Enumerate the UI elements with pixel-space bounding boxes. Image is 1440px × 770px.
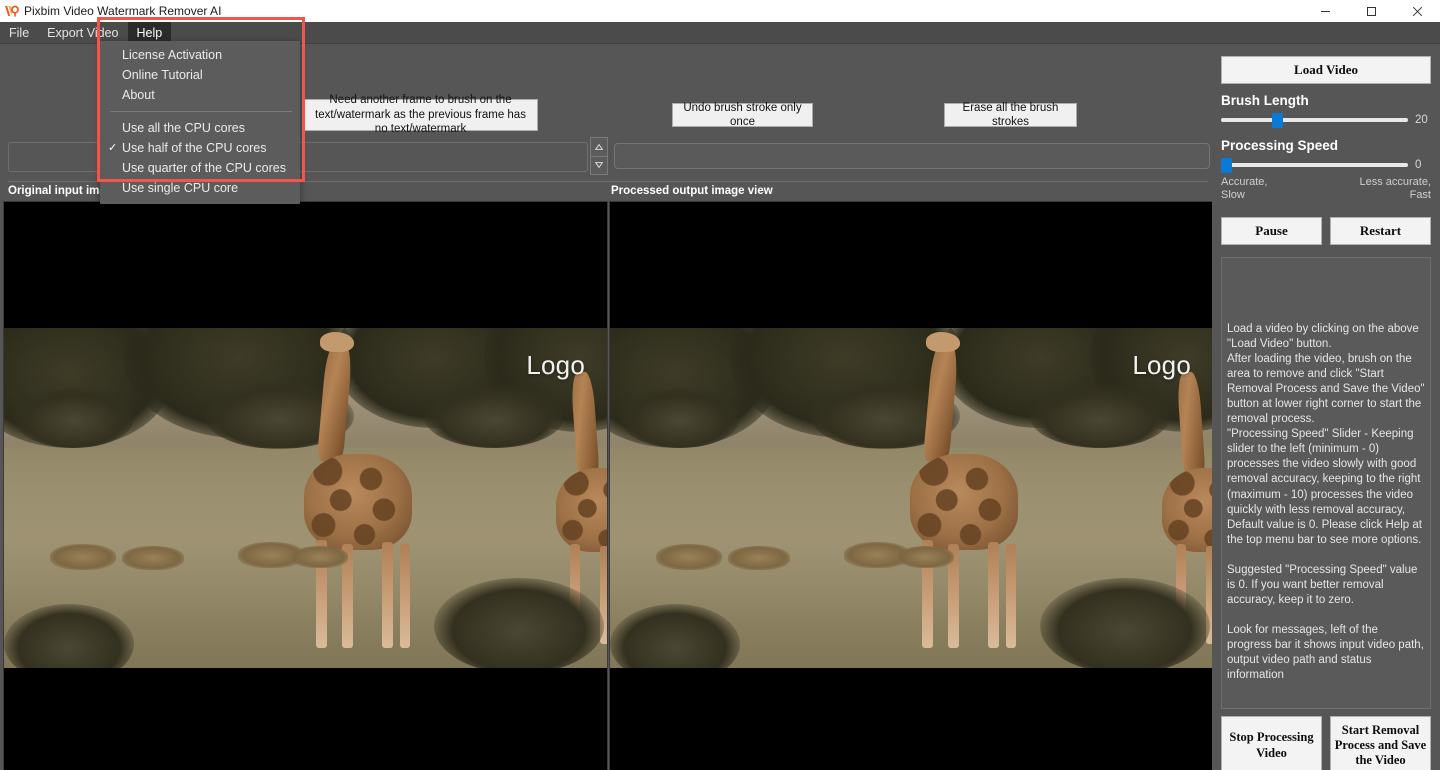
need-another-frame-button[interactable]: Need another frame to brush on the text/… xyxy=(303,99,538,131)
instructions-box: Load a video by clicking on the above "L… xyxy=(1221,257,1431,709)
process-button-group: Stop Processing Video Start Removal Proc… xyxy=(1221,716,1431,770)
undo-brush-stroke-button[interactable]: Undo brush stroke only once xyxy=(672,103,813,127)
menu-option-online-tutorial[interactable]: Online Tutorial xyxy=(100,65,300,85)
savanna-scene-output xyxy=(610,328,1213,668)
maximize-icon[interactable] xyxy=(1348,0,1394,22)
brush-length-value: 20 xyxy=(1415,114,1431,126)
output-video-frame: Logo xyxy=(610,328,1213,668)
erase-all-brush-strokes-button[interactable]: Erase all the brush strokes xyxy=(944,103,1077,127)
processing-speed-slider-thumb[interactable] xyxy=(1221,158,1232,173)
app-logo-icon xyxy=(0,0,22,22)
menu-option-label: Use half of the CPU cores xyxy=(122,141,267,155)
menu-option-label: Use all the CPU cores xyxy=(122,121,245,135)
original-input-image-view[interactable]: Logo xyxy=(3,201,608,770)
menu-option-use-single-cpu-core[interactable]: Use single CPU core xyxy=(100,178,300,198)
menu-option-label: Use quarter of the CPU cores xyxy=(122,161,286,175)
spinner-down-icon[interactable] xyxy=(590,157,608,176)
window-title: Pixbim Video Watermark Remover AI xyxy=(22,4,221,18)
window-title-bar: Pixbim Video Watermark Remover AI xyxy=(0,0,1440,22)
menu-option-license-activation[interactable]: License Activation xyxy=(100,45,300,65)
window-controls xyxy=(1302,0,1440,22)
menu-item-help[interactable]: Help xyxy=(128,22,172,43)
menu-option-use-quarter-cpu-cores[interactable]: Use quarter of the CPU cores xyxy=(100,158,300,178)
processing-speed-slider-row: 0 xyxy=(1221,156,1431,174)
menu-option-label: License Activation xyxy=(122,48,222,62)
menu-option-label: About xyxy=(122,88,155,102)
menu-option-label: Use single CPU core xyxy=(122,181,238,195)
menu-item-file[interactable]: File xyxy=(0,22,38,43)
processing-speed-slider[interactable] xyxy=(1221,156,1408,174)
menu-option-label: Online Tutorial xyxy=(122,68,203,82)
spinner-up-icon[interactable] xyxy=(590,137,608,157)
stop-processing-video-button[interactable]: Stop Processing Video xyxy=(1221,716,1322,770)
brush-length-slider[interactable] xyxy=(1221,111,1408,129)
control-side-panel: Load Video Brush Length 20 Processing Sp… xyxy=(1212,44,1440,770)
brush-length-slider-thumb[interactable] xyxy=(1272,113,1283,128)
processing-speed-label: Processing Speed xyxy=(1221,138,1431,153)
frame-number-stepper[interactable] xyxy=(590,137,608,175)
processing-speed-value: 0 xyxy=(1415,159,1431,171)
instructions-text: Load a video by clicking on the above "L… xyxy=(1227,264,1425,684)
menu-item-export-video[interactable]: Export Video xyxy=(38,22,127,43)
menu-option-use-all-cpu-cores[interactable]: Use all the CPU cores xyxy=(100,118,300,138)
close-icon[interactable] xyxy=(1394,0,1440,22)
input-video-frame: Logo xyxy=(4,328,607,668)
start-removal-process-button[interactable]: Start Removal Process and Save the Video xyxy=(1330,716,1431,770)
menu-option-use-half-cpu-cores[interactable]: ✓ Use half of the CPU cores xyxy=(100,138,300,158)
minimize-icon[interactable] xyxy=(1302,0,1348,22)
pause-button[interactable]: Pause xyxy=(1221,217,1322,245)
playback-button-group: Pause Restart xyxy=(1221,217,1431,245)
scale-right-label: Less accurate, Fast xyxy=(1359,176,1431,203)
brush-length-label: Brush Length xyxy=(1221,93,1431,108)
scale-left-label: Accurate, Slow xyxy=(1221,176,1267,203)
check-icon-4: ✓ xyxy=(108,140,117,156)
menu-separator xyxy=(110,111,292,112)
speed-scale-legend: Accurate, Slow Less accurate, Fast xyxy=(1221,176,1431,203)
load-video-button[interactable]: Load Video xyxy=(1221,56,1431,84)
output-watermark-text: Logo xyxy=(1132,350,1191,381)
menu-option-about[interactable]: About xyxy=(100,85,300,105)
progress-bar xyxy=(614,143,1210,169)
processed-output-image-view[interactable]: Logo xyxy=(609,201,1214,770)
restart-button[interactable]: Restart xyxy=(1330,217,1431,245)
output-panel-caption: Processed output image view xyxy=(611,185,773,197)
help-menu-dropdown[interactable]: License Activation Online Tutorial About… xyxy=(100,41,300,204)
savanna-scene xyxy=(4,328,607,668)
brush-length-slider-row: 20 xyxy=(1221,111,1431,129)
input-watermark-text: Logo xyxy=(526,350,585,381)
